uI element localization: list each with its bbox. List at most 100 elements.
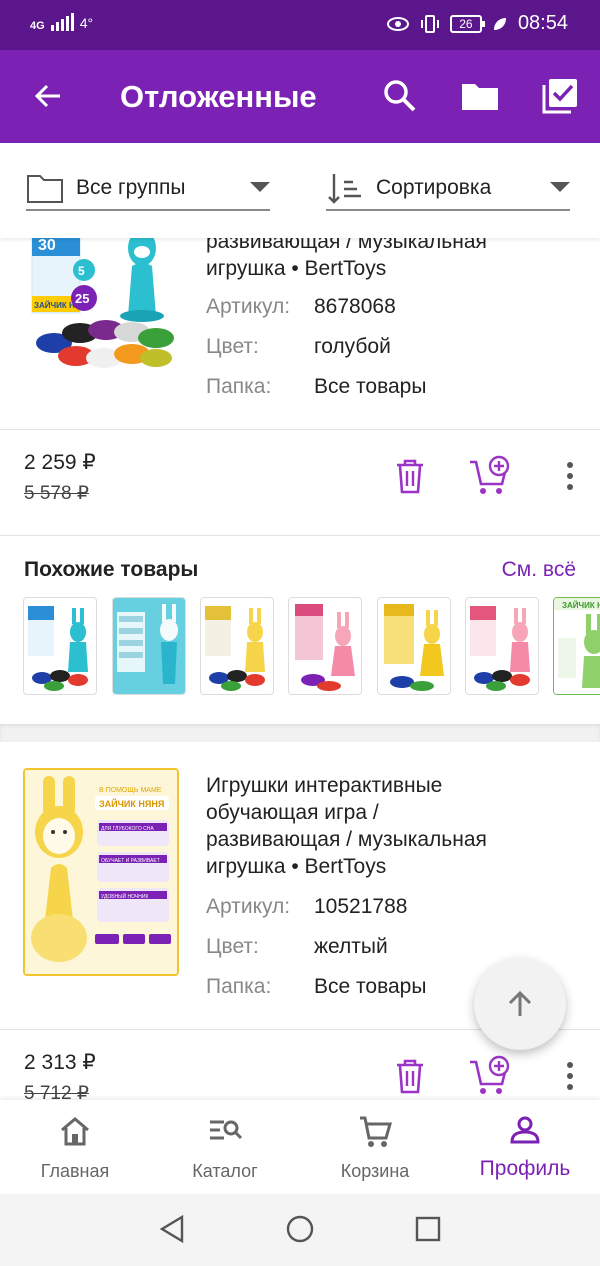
system-navigation-bar <box>0 1194 600 1266</box>
product-title[interactable]: Игрушки интерактивные обучающая игра / р… <box>206 772 576 880</box>
vibrate-icon <box>420 14 439 33</box>
product-image[interactable]: В ПОМОЩЬ МАМЕ ЗАЙЧИК НЯНЯ ДЛЯ ГЛУБОКОГО … <box>23 768 179 976</box>
color-value: желтый <box>314 935 388 958</box>
old-price: 5 712 ₽ <box>24 1083 89 1100</box>
article-label: Артикул: <box>206 895 291 918</box>
trash-icon[interactable] <box>388 1054 432 1098</box>
profile-icon <box>510 1116 540 1144</box>
chevron-down-icon <box>550 182 570 192</box>
article-value: 8678068 <box>314 295 396 318</box>
svg-text:ДЛЯ ГЛУБОКОГО СНА: ДЛЯ ГЛУБОКОГО СНА <box>101 826 154 832</box>
bottom-navigation: Главная Каталог Корзина Профиль <box>0 1100 600 1194</box>
similar-product-thumb[interactable]: ЗАЙЧИК НЯ <box>553 597 600 695</box>
svg-text:ЗАЙЧИК НЯНЯ: ЗАЙЧИК НЯНЯ <box>99 798 164 809</box>
cart-icon <box>360 1116 392 1147</box>
leaf-icon <box>493 17 506 30</box>
page-title: Отложенные <box>120 79 317 114</box>
checklist-icon[interactable] <box>540 76 580 116</box>
color-row: Цвет: желтый <box>206 935 388 959</box>
clock: 08:54 <box>517 12 568 34</box>
status-bar: 4G 4° 26 08:54 <box>0 0 600 50</box>
folder-value: Все товары <box>314 975 427 998</box>
nav-cart[interactable]: Корзина <box>300 1100 450 1194</box>
color-label: Цвет: <box>206 335 259 358</box>
price: 2 313 ₽ <box>24 1051 96 1074</box>
group-filter-dropdown[interactable]: Все группы <box>26 166 270 211</box>
svg-text:25: 25 <box>75 291 89 306</box>
sort-dropdown[interactable]: Сортировка <box>326 166 570 211</box>
folder-label: Папка: <box>206 975 272 998</box>
toy-box-image: 30 ЗАЙЧИК НЯНЯ 5 25 <box>24 238 180 378</box>
add-to-cart-icon[interactable] <box>468 1054 512 1098</box>
color-row: Цвет: голубой <box>206 335 391 359</box>
svg-text:В ПОМОЩЬ МАМЕ: В ПОМОЩЬ МАМЕ <box>99 787 162 794</box>
divider <box>0 429 600 430</box>
status-left: 4G 4° <box>30 13 94 32</box>
price: 2 259 ₽ <box>24 451 96 474</box>
battery-icon: 26 <box>449 14 485 33</box>
nav-catalog-label: Каталог <box>192 1161 258 1181</box>
add-to-cart-icon[interactable] <box>468 454 512 498</box>
chevron-down-icon <box>250 182 270 192</box>
trash-icon[interactable] <box>388 454 432 498</box>
nav-profile[interactable]: Профиль <box>450 1100 600 1194</box>
product-title-line: обучающая игра / <box>206 801 379 824</box>
svg-text:5: 5 <box>78 264 85 278</box>
product-title-line: игрушка • BertToys <box>206 855 387 878</box>
article-row: Артикул: 8678068 <box>206 295 396 319</box>
sort-label: Сортировка <box>376 175 492 199</box>
folder-outline-icon <box>27 174 63 203</box>
status-right: 26 08:54 <box>386 12 568 35</box>
home-circle-icon[interactable] <box>285 1214 315 1244</box>
nav-home-label: Главная <box>40 1161 110 1181</box>
folder-icon[interactable] <box>460 76 500 116</box>
signal-icon <box>50 13 74 31</box>
section-separator <box>0 724 600 742</box>
article-row: Артикул: 10521788 <box>206 895 407 919</box>
product-title-line: игрушка • BertToys <box>206 257 387 280</box>
product-image[interactable]: 30 ЗАЙЧИК НЯНЯ 5 25 <box>24 238 180 378</box>
arrow-left-icon[interactable] <box>30 78 66 114</box>
recents-square-icon[interactable] <box>414 1215 442 1243</box>
svg-text:ОБУЧАЕТ И РАЗВИВАЕТ: ОБУЧАЕТ И РАЗВИВАЕТ <box>101 858 160 864</box>
nav-catalog[interactable]: Каталог <box>150 1100 300 1194</box>
signal-extra: 4° <box>79 15 94 31</box>
group-filter-label: Все группы <box>76 175 186 199</box>
similar-product-thumb[interactable] <box>23 597 97 695</box>
folder-row: Папка: Все товары <box>206 975 426 999</box>
similar-product-thumb[interactable] <box>112 597 186 695</box>
more-vert-icon[interactable] <box>548 1054 592 1098</box>
similar-product-thumb[interactable] <box>377 597 451 695</box>
similar-product-thumb[interactable] <box>288 597 362 695</box>
yellow-bunny-poster-image: В ПОМОЩЬ МАМЕ ЗАЙЧИК НЯНЯ ДЛЯ ГЛУБОКОГО … <box>25 770 177 974</box>
article-label: Артикул: <box>206 295 291 318</box>
color-value: голубой <box>314 335 391 358</box>
similar-title: Похожие товары <box>24 558 199 581</box>
similar-product-thumb[interactable] <box>200 597 274 695</box>
product-title-line: Игрушки интерактивные <box>206 774 443 797</box>
more-vert-icon[interactable] <box>548 454 592 498</box>
home-icon <box>61 1117 89 1146</box>
color-label: Цвет: <box>206 935 259 958</box>
similar-product-thumb[interactable] <box>465 597 539 695</box>
filter-bar: Все группы Сортировка <box>0 143 600 238</box>
back-triangle-icon[interactable] <box>158 1214 186 1244</box>
article-value: 10521788 <box>314 895 408 918</box>
nav-profile-label: Профиль <box>479 1157 571 1180</box>
arrow-up-icon <box>508 990 532 1016</box>
folder-label: Папка: <box>206 375 272 398</box>
scroll-to-top-button[interactable] <box>474 958 566 1050</box>
nav-home[interactable]: Главная <box>0 1100 150 1194</box>
product-title[interactable]: развивающая / музыкальная игрушка • Bert… <box>206 238 576 282</box>
product-title-line: развивающая / музыкальная <box>206 238 487 253</box>
app-bar: Отложенные <box>0 50 600 143</box>
divider <box>0 535 600 536</box>
svg-text:ЗАЙЧИК НЯ: ЗАЙЧИК НЯ <box>562 601 600 610</box>
see-all-link[interactable]: См. всё <box>502 558 576 582</box>
sort-icon <box>328 173 361 204</box>
network-type: 4G <box>30 20 45 32</box>
eye-icon <box>386 16 409 31</box>
product-title-line: развивающая / музыкальная <box>206 828 487 851</box>
svg-text:30: 30 <box>38 238 56 254</box>
search-icon[interactable] <box>380 76 420 116</box>
